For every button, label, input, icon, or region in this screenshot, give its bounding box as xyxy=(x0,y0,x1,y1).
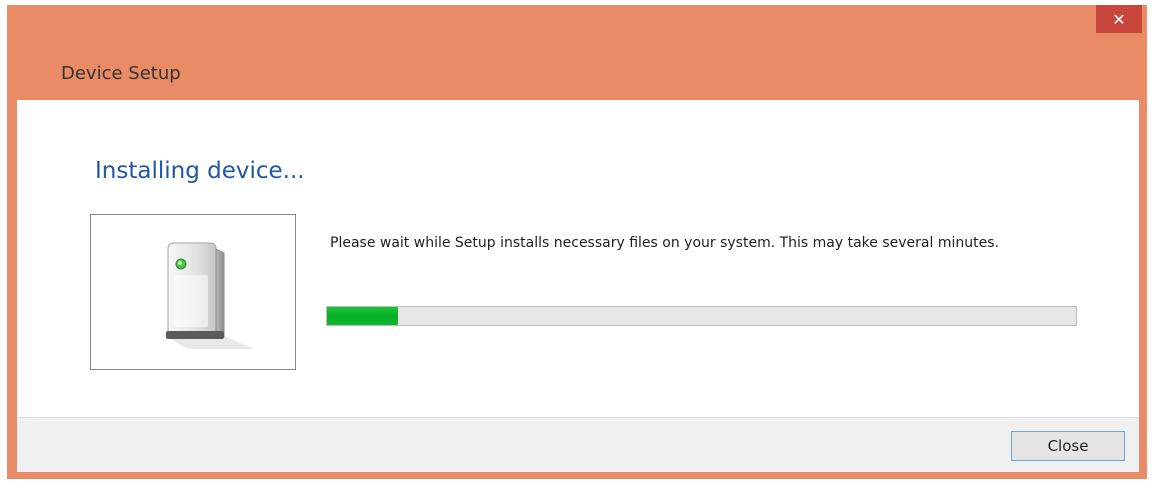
device-image-frame xyxy=(90,214,296,370)
computer-tower-icon xyxy=(164,242,254,349)
close-glyph[interactable]: ✕ xyxy=(1112,10,1125,29)
status-message: Please wait while Setup installs necessa… xyxy=(330,235,999,251)
dialog-content: Installing device... Please wait while S… xyxy=(17,100,1139,472)
window-title: Device Setup xyxy=(61,63,181,84)
device-setup-window: ✕ Device Setup Installing device... Plea… xyxy=(7,5,1147,479)
window-close-icon[interactable]: ✕ xyxy=(1096,5,1142,33)
page-title: Installing device... xyxy=(95,158,305,184)
close-button[interactable]: Close xyxy=(1011,431,1125,461)
progress-fill xyxy=(327,307,399,325)
dialog-footer: Close xyxy=(17,417,1139,472)
install-progress-bar xyxy=(326,306,1077,326)
